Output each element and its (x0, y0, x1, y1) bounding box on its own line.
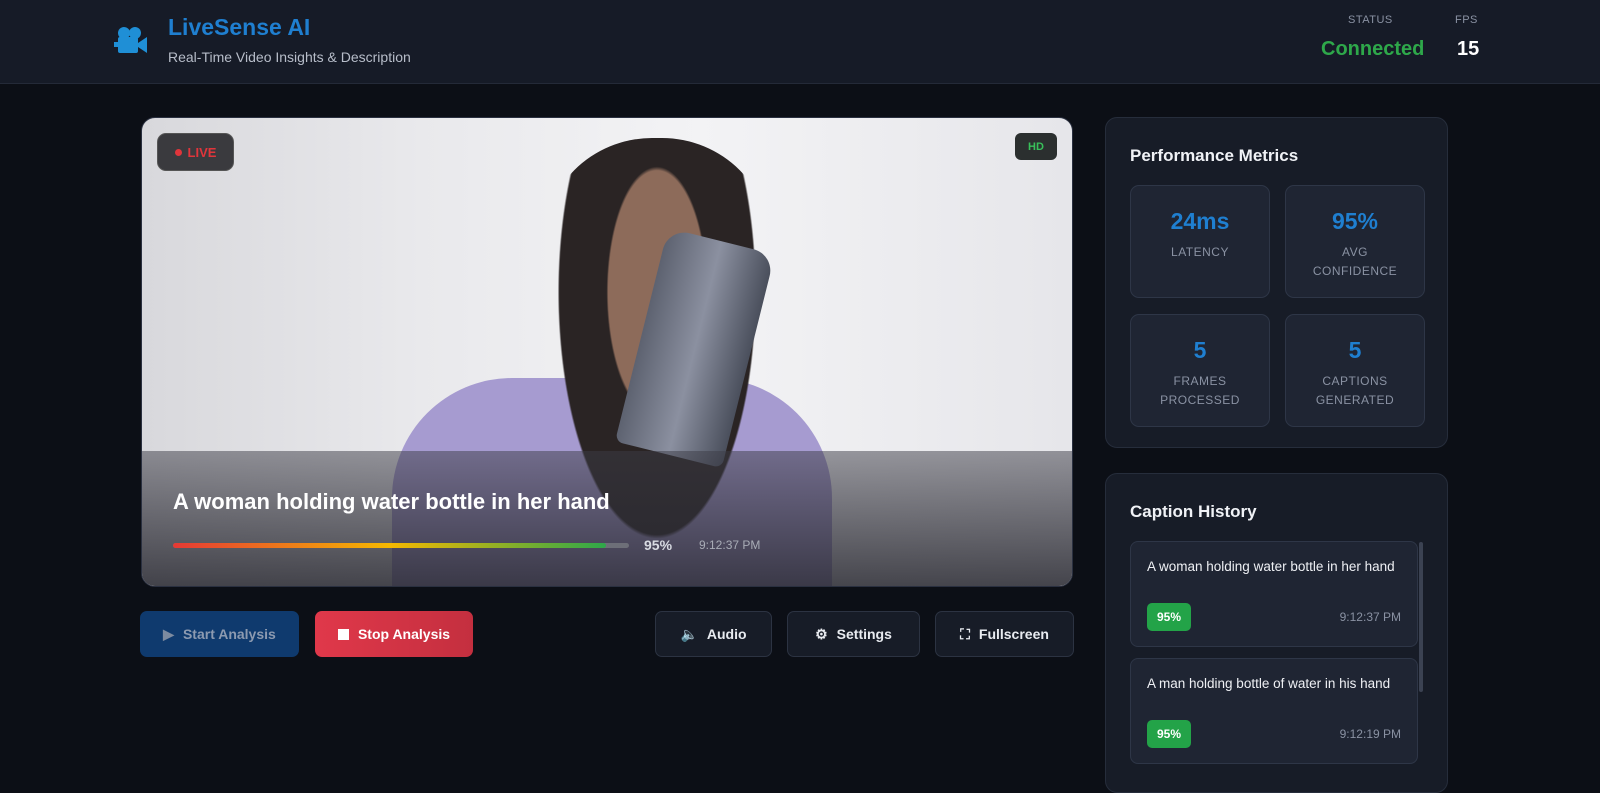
stop-icon (337, 628, 349, 640)
current-caption: A woman holding water bottle in her hand (173, 489, 610, 514)
caption-time: 9:12:37 PM (699, 538, 761, 552)
metrics-title: Performance Metrics (1130, 146, 1299, 165)
app-header: LiveSense AI Real-Time Video Insights & … (0, 0, 1600, 84)
start-label: Start Analysis (182, 626, 276, 642)
metric-value: 5 (1348, 337, 1362, 363)
metric-value: 5 (1193, 337, 1207, 363)
metric-frames-processed: 5 FRAMES PROCESSED (1130, 314, 1270, 427)
fullscreen-button[interactable]: ⛶ Fullscreen (935, 611, 1074, 657)
history-scrollbar[interactable] (1419, 542, 1423, 692)
metric-captions-generated: 5 CAPTIONS GENERATED (1285, 314, 1425, 427)
stop-analysis-button[interactable]: Stop Analysis (315, 611, 473, 657)
video-camera-icon (114, 27, 147, 53)
history-title: Caption History (1130, 502, 1257, 521)
caption-overlay (142, 451, 1072, 586)
gear-icon: ⚙ (815, 625, 828, 642)
confidence-badge: 95% (1147, 720, 1191, 748)
performance-metrics-panel: Performance Metrics 24ms LATENCY 95% AVG C… (1105, 117, 1448, 448)
confidence-value: 95% (644, 537, 673, 553)
live-badge: LIVE (157, 133, 234, 171)
metric-latency: 24ms LATENCY (1130, 185, 1270, 298)
history-text: A woman holding water bottle in her hand (1147, 559, 1395, 574)
app-title: LiveSense AI (168, 14, 311, 40)
start-analysis-button[interactable]: ▶ Start Analysis (140, 611, 299, 657)
audio-button[interactable]: 🔈 Audio (655, 611, 772, 657)
history-item[interactable]: A man holding bottle of water in his han… (1130, 658, 1418, 764)
settings-label: Settings (836, 626, 892, 642)
expand-icon: ⛶ (960, 625, 970, 642)
metric-avg-confidence: 95% AVG CONFIDENCE (1285, 185, 1425, 298)
fullscreen-label: Fullscreen (978, 626, 1049, 642)
history-time: 9:12:19 PM (1339, 727, 1401, 741)
status-value: Connected (1321, 38, 1425, 60)
metric-value: 24ms (1170, 208, 1230, 234)
fps-label: FPS (1455, 14, 1478, 26)
confidence-bar (173, 543, 629, 548)
metric-label: AVG CONFIDENCE (1312, 245, 1398, 278)
metric-label: LATENCY (1171, 245, 1229, 259)
metric-value: 95% (1331, 208, 1379, 234)
speaker-icon: 🔈 (680, 625, 698, 642)
live-label: LIVE (187, 144, 217, 160)
play-icon: ▶ (163, 625, 174, 642)
confidence-fill (173, 543, 607, 548)
history-time: 9:12:37 PM (1339, 610, 1401, 624)
hd-badge: HD (1015, 133, 1057, 160)
video-feed: LIVE HD A woman holding water bottle in … (141, 117, 1073, 587)
caption-history-panel: Caption History A woman holding water bo… (1105, 473, 1448, 793)
settings-button[interactable]: ⚙ Settings (787, 611, 920, 657)
fps-value: 15 (1457, 38, 1480, 60)
app-subtitle: Real-Time Video Insights & Description (168, 49, 411, 65)
live-dot-icon (174, 148, 182, 156)
status-label: STATUS (1348, 14, 1393, 26)
metric-label: FRAMES PROCESSED (1160, 374, 1240, 407)
history-item[interactable]: A woman holding water bottle in her hand… (1130, 541, 1418, 647)
stop-label: Stop Analysis (357, 626, 451, 642)
metric-label: CAPTIONS GENERATED (1315, 374, 1395, 407)
audio-label: Audio (706, 626, 747, 642)
history-text: A man holding bottle of water in his han… (1147, 676, 1391, 691)
confidence-badge: 95% (1147, 603, 1191, 631)
